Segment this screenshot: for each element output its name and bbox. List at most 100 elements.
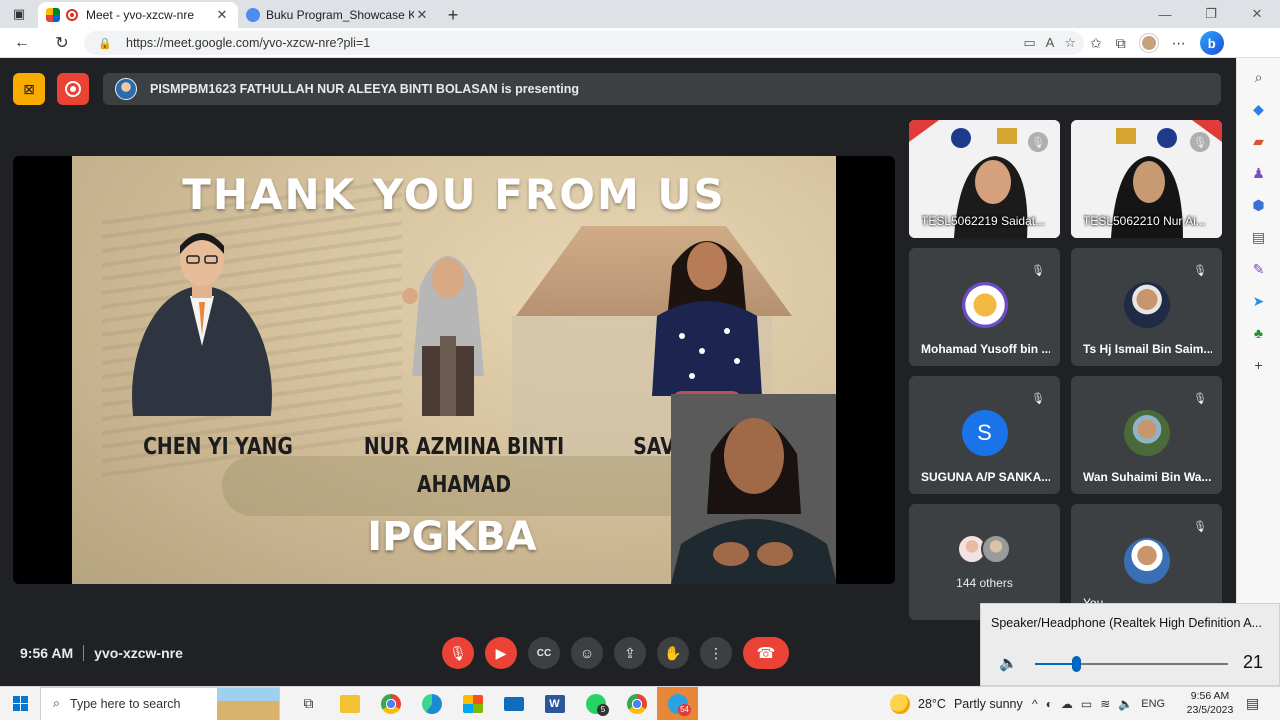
games-icon[interactable]: ♟ xyxy=(1250,164,1268,182)
camera-toggle-button[interactable]: ▶ xyxy=(485,637,517,669)
show-hidden-icons-icon[interactable]: ^ xyxy=(1032,697,1038,711)
reload-button[interactable]: ↻ xyxy=(44,28,80,58)
maximize-icon[interactable]: ❐ xyxy=(1188,0,1234,28)
clock[interactable]: 9:56 AM 23/5/2023 xyxy=(1180,689,1240,717)
more-options-button[interactable]: ⋮ xyxy=(700,637,732,669)
meet-favicon-icon xyxy=(46,8,60,22)
search-icon[interactable]: ⌕ xyxy=(1250,68,1268,86)
presenter-camera xyxy=(671,394,836,584)
close-tab-icon[interactable]: ✕ xyxy=(214,7,230,23)
window-controls: — ❐ ✕ xyxy=(1142,0,1280,28)
close-window-icon[interactable]: ✕ xyxy=(1234,0,1280,28)
new-tab-button[interactable]: + xyxy=(438,2,468,28)
battery-icon[interactable]: ▭ xyxy=(1081,697,1092,711)
close-tab-icon[interactable]: ✕ xyxy=(414,7,430,23)
shopping-icon[interactable]: ◆ xyxy=(1250,100,1268,118)
edge-button[interactable] xyxy=(411,687,452,720)
telegram-badge: 54 xyxy=(678,703,691,716)
audio-device-name[interactable]: Speaker/Headphone (Realtek High Definiti… xyxy=(991,616,1271,630)
onedrive-icon[interactable]: ☁ xyxy=(1061,697,1073,711)
meeting-time: 9:56 AM xyxy=(20,645,74,661)
microsoft-365-icon[interactable]: ⬢ xyxy=(1250,196,1268,214)
chrome-profile-button[interactable] xyxy=(616,687,657,720)
captions-button[interactable]: CC xyxy=(528,637,560,669)
leave-call-button[interactable]: ☎ xyxy=(743,637,789,669)
participant-name: TESL5062210 Nur Ai... xyxy=(1083,214,1206,228)
store-button[interactable] xyxy=(452,687,493,720)
read-aloud-icon[interactable]: A xyxy=(1046,35,1055,51)
whatsapp-button[interactable]: 5 xyxy=(575,687,616,720)
participant-name: Wan Suhaimi Bin Wa... xyxy=(1083,470,1212,484)
favorites-icon[interactable]: ✩ xyxy=(1090,35,1102,52)
chrome-icon xyxy=(380,693,401,714)
speaker-icon[interactable]: 🔈 xyxy=(999,654,1018,672)
volume-flyout: Speaker/Headphone (Realtek High Definiti… xyxy=(980,603,1280,686)
taskbar: ⌕ Type here to search ⧉ W 5 54 28°C Part… xyxy=(0,686,1280,720)
participant-tile[interactable]: 🎙 TESL5062210 Nur Ai... xyxy=(1071,120,1222,238)
outlook-icon[interactable]: ▤ xyxy=(1250,228,1268,246)
folder-icon xyxy=(339,694,360,713)
mic-toggle-button[interactable]: 🎙 xyxy=(442,637,474,669)
taskbar-apps: ⧉ W 5 54 xyxy=(288,686,698,720)
slide-name-1: CHEN YI YANG xyxy=(143,434,293,460)
mic-off-icon: 🎙 xyxy=(1031,392,1045,405)
more-menu-icon[interactable]: ⋯ xyxy=(1172,35,1186,52)
presenting-banner: PISMPBM1623 FATHULLAH NUR ALEEYA BINTI B… xyxy=(103,73,1221,105)
notification-icon[interactable]: ▤ xyxy=(1246,695,1259,712)
url-field[interactable]: 🔒 https://meet.google.com/yvo-xzcw-nre?p… xyxy=(84,31,1084,55)
collections-icon[interactable]: ⧉ xyxy=(1116,35,1126,52)
telegram-button[interactable]: 54 xyxy=(657,686,698,720)
bing-icon[interactable]: b xyxy=(1199,31,1224,55)
search-highlight-image xyxy=(217,687,279,720)
tab-meet[interactable]: Meet - yvo-xzcw-nre ✕ xyxy=(38,2,238,28)
edge-icon xyxy=(421,693,442,714)
designer-icon[interactable]: ✎ xyxy=(1250,260,1268,278)
presentation-stage[interactable]: THANK YOU FROM US CHEN YI YANG NUR AZMIN… xyxy=(13,156,895,584)
present-screen-button[interactable]: ⇪ xyxy=(614,637,646,669)
language-indicator[interactable]: ENG xyxy=(1141,698,1165,710)
taskbar-search[interactable]: ⌕ Type here to search xyxy=(40,686,280,720)
participant-tile[interactable]: 🎙 TESL5062219 Saidat... xyxy=(909,120,1060,238)
mic-off-icon: 🎙 xyxy=(1028,132,1048,152)
minimize-icon[interactable]: — xyxy=(1142,0,1188,28)
search-icon: ⌕ xyxy=(53,696,61,710)
back-button[interactable]: ← xyxy=(0,28,44,58)
chrome-button[interactable] xyxy=(370,687,411,720)
docs-favicon-icon xyxy=(246,8,260,22)
wifi-icon[interactable]: ≋ xyxy=(1100,697,1110,711)
tab-buku-program[interactable]: Buku Program_Showcase KPPB D ✕ xyxy=(238,2,438,28)
volume-icon[interactable]: 🔈 xyxy=(1118,697,1133,711)
volume-slider[interactable] xyxy=(1035,656,1228,672)
file-explorer-button[interactable] xyxy=(329,687,370,720)
raise-hand-button[interactable]: ✋ xyxy=(657,637,689,669)
tools-icon[interactable]: ▰ xyxy=(1250,132,1268,150)
camera-permission-icon[interactable]: ▭ xyxy=(1023,35,1035,51)
volume-slider-fill xyxy=(1035,663,1076,665)
tree-icon[interactable]: ♣ xyxy=(1250,324,1268,342)
participant-tile[interactable]: 🎙 S SUGUNA A/P SANKA... xyxy=(909,376,1060,494)
security-icon[interactable]: ◐ xyxy=(1046,697,1053,711)
mail-button[interactable] xyxy=(493,687,534,720)
profile-avatar[interactable] xyxy=(1139,34,1158,52)
others-count: 144 others xyxy=(956,576,1013,590)
participant-tile[interactable]: 🎙 Wan Suhaimi Bin Wa... xyxy=(1071,376,1222,494)
start-button[interactable] xyxy=(0,687,40,720)
weather-condition: Partly sunny xyxy=(953,697,1023,711)
volume-slider-thumb[interactable] xyxy=(1071,656,1081,672)
add-icon[interactable]: + xyxy=(1250,356,1268,374)
tab-actions-icon[interactable]: ▣ xyxy=(0,0,38,28)
participant-tile[interactable]: 🎙 Mohamad Yusoff bin ... xyxy=(909,248,1060,366)
others-avatar-2 xyxy=(981,534,1011,564)
word-button[interactable]: W xyxy=(534,687,575,720)
recording-indicator[interactable] xyxy=(57,73,89,105)
send-icon[interactable]: ➤ xyxy=(1250,292,1268,310)
participant-tile[interactable]: 🎙 Ts Hj Ismail Bin Saim... xyxy=(1071,248,1222,366)
task-view-button[interactable]: ⧉ xyxy=(288,687,329,720)
emoji-reaction-button[interactable]: ☺ xyxy=(571,637,603,669)
system-tray: ^ ◐ ☁ ▭ ≋ 🔈 ENG xyxy=(1032,687,1165,720)
stop-presenting-button[interactable]: ⊠ xyxy=(13,73,45,105)
weather-widget[interactable]: 28°C Partly sunny xyxy=(890,687,1023,720)
edge-sidebar: ⌕ ◆ ▰ ♟ ⬢ ▤ ✎ ➤ ♣ + xyxy=(1236,58,1280,686)
favorite-add-icon[interactable]: ☆ xyxy=(1064,35,1076,51)
screen-off-icon: ⊠ xyxy=(23,80,35,97)
